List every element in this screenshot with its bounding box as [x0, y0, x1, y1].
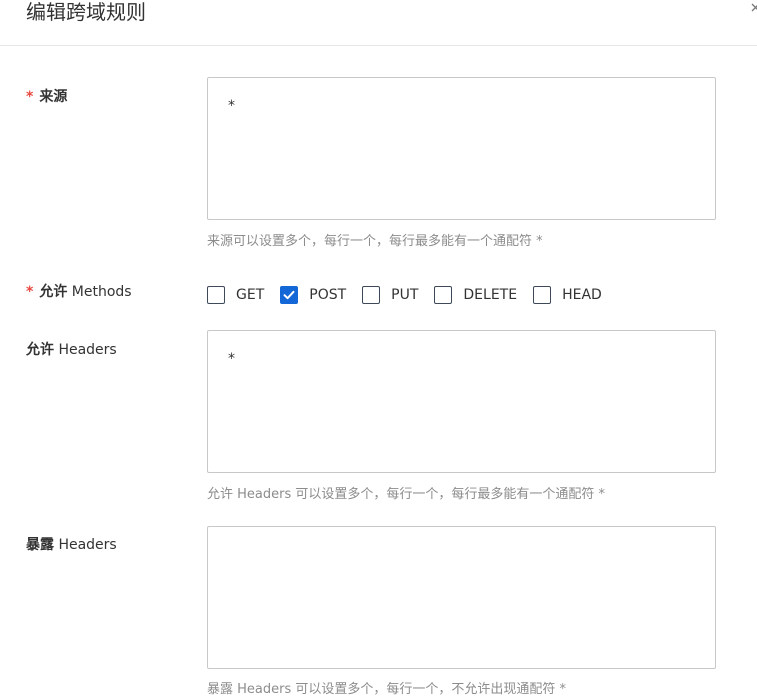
origin-label-text: 来源 — [39, 89, 68, 105]
method-post-option[interactable]: POST — [280, 285, 346, 305]
close-button[interactable] — [749, 0, 757, 20]
method-head-checkbox[interactable] — [533, 286, 552, 304]
methods-label: * 允许 Methods — [26, 282, 132, 302]
required-mark: * — [26, 89, 34, 105]
origin-help-text: 来源可以设置多个，每行一个，每行最多能有一个通配符 * — [207, 234, 543, 249]
methods-checkbox-group: GET POST PUT DELETE HEAD — [207, 284, 618, 306]
edit-cors-rule-dialog: 编辑跨域规则 * 来源 * 来源可以设置多个，每行一个，每行最多能有一个通配符 *… — [0, 0, 757, 697]
method-head-option[interactable]: HEAD — [533, 285, 602, 305]
methods-label-cn: 允许 — [39, 284, 68, 300]
method-put-label: PUT — [391, 287, 419, 303]
method-put-checkbox[interactable] — [362, 286, 381, 304]
required-mark: * — [26, 284, 34, 300]
expose-headers-textarea[interactable] — [207, 526, 716, 669]
allow-headers-label-cn: 允许 — [26, 342, 54, 358]
dialog-header: 编辑跨域规则 — [0, 0, 757, 46]
method-put-option[interactable]: PUT — [362, 285, 418, 305]
method-get-label: GET — [236, 287, 265, 303]
allow-headers-textarea[interactable]: * — [207, 330, 716, 473]
origin-textarea[interactable]: * — [207, 77, 716, 220]
expose-headers-label-cn: 暴露 — [26, 537, 54, 553]
expose-headers-label: 暴露 Headers — [26, 535, 117, 555]
expose-headers-help-text: 暴露 Headers 可以设置多个，每行一个，不允许出现通配符 * — [207, 682, 567, 697]
method-post-checkbox[interactable] — [280, 286, 299, 304]
check-icon — [283, 290, 295, 300]
method-delete-option[interactable]: DELETE — [434, 285, 517, 305]
allow-headers-label-en: Headers — [54, 342, 117, 358]
method-post-label: POST — [309, 287, 347, 303]
method-delete-checkbox[interactable] — [434, 286, 453, 304]
allow-headers-label: 允许 Headers — [26, 340, 117, 360]
method-delete-label: DELETE — [463, 287, 518, 303]
allow-headers-help-text: 允许 Headers 可以设置多个，每行一个，每行最多能有一个通配符 * — [207, 487, 606, 502]
close-icon — [749, 0, 757, 20]
method-get-option[interactable]: GET — [207, 285, 264, 305]
dialog-title: 编辑跨域规则 — [26, 0, 146, 24]
method-get-checkbox[interactable] — [207, 286, 225, 304]
methods-label-en: Methods — [67, 284, 132, 300]
origin-label: * 来源 — [26, 87, 67, 107]
expose-headers-label-en: Headers — [54, 537, 117, 553]
method-head-label: HEAD — [562, 287, 602, 303]
